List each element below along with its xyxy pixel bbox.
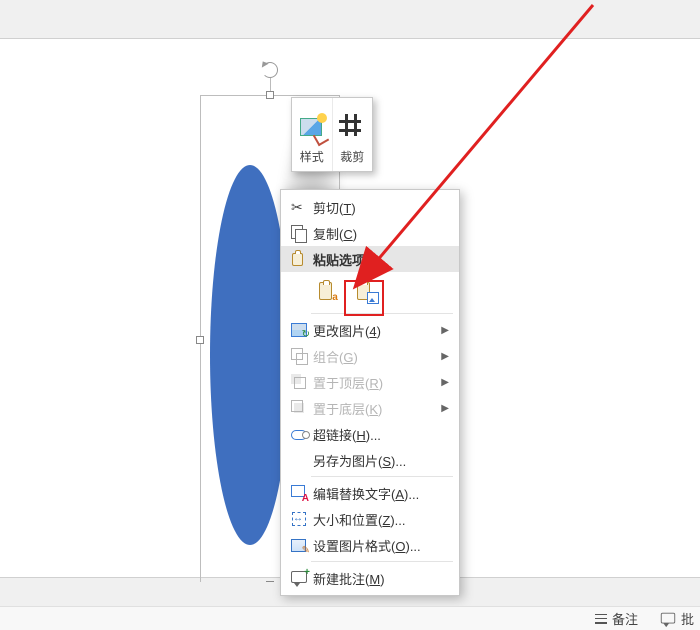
menu-item-copy[interactable]: 复制(C)	[281, 220, 459, 246]
menu-item-label: 更改图片(4)	[313, 321, 441, 340]
change-picture-icon	[291, 323, 307, 337]
copy-icon	[291, 225, 307, 241]
menu-item-size-and-position[interactable]: 大小和位置(Z)...	[281, 506, 459, 532]
menu-item-label: 超链接(H)...	[313, 425, 449, 444]
hyperlink-icon	[291, 426, 307, 442]
group-icon	[291, 348, 307, 364]
menu-item-send-to-back: 置于底层(K) ▶	[281, 395, 459, 421]
menu-item-label: 组合(G)	[313, 347, 441, 366]
menu-item-change-picture[interactable]: 更改图片(4) ▶	[281, 317, 459, 343]
new-comment-icon: +	[291, 570, 307, 586]
menu-item-group: 组合(G) ▶	[281, 343, 459, 369]
menu-item-paste-options-header: 粘贴选项:	[281, 246, 459, 272]
rotate-handle-icon[interactable]	[262, 62, 278, 78]
bring-to-front-icon	[291, 374, 307, 390]
notes-icon	[595, 614, 607, 624]
menu-item-label: 新建批注(M)	[313, 569, 449, 588]
menu-item-label: 置于底层(K)	[313, 399, 441, 418]
status-bar: 备注 批	[0, 606, 700, 630]
mini-crop-label: 裁剪	[340, 148, 364, 165]
paste-keep-format-icon: a	[319, 280, 337, 302]
menu-item-label: 剪切(T)	[313, 198, 449, 217]
menu-item-hyperlink[interactable]: 超链接(H)...	[281, 421, 459, 447]
menu-item-edit-alt-text[interactable]: 编辑替换文字(A)...	[281, 480, 459, 506]
paste-keep-source-formatting-button[interactable]: a	[313, 276, 343, 306]
mini-style-label: 样式	[300, 148, 324, 165]
format-picture-icon	[291, 537, 307, 553]
menu-item-label: 设置图片格式(O)...	[313, 536, 449, 555]
app-top-strip	[0, 0, 700, 38]
resize-handle-left[interactable]	[196, 336, 204, 344]
status-notes-label: 备注	[612, 609, 638, 628]
picture-style-icon	[299, 114, 325, 144]
menu-separator	[311, 561, 453, 562]
menu-item-bring-to-front: 置于顶层(R) ▶	[281, 369, 459, 395]
picture-mini-toolbar: 样式 裁剪	[291, 97, 373, 172]
submenu-arrow-icon: ▶	[441, 403, 449, 414]
status-comments-label: 批	[681, 609, 694, 628]
send-to-back-icon	[291, 400, 307, 416]
scissors-icon	[291, 199, 307, 215]
menu-separator	[311, 476, 453, 477]
comment-icon	[661, 611, 675, 625]
mini-crop-button[interactable]: 裁剪	[332, 98, 373, 171]
crop-icon	[339, 114, 365, 144]
submenu-arrow-icon: ▶	[441, 325, 449, 336]
resize-handle-top[interactable]	[266, 91, 274, 99]
status-comments-button[interactable]: 批	[660, 609, 694, 628]
menu-item-label: 粘贴选项:	[313, 250, 449, 269]
menu-item-label: 另存为图片(S)...	[313, 451, 449, 470]
annotation-highlight-box	[344, 280, 384, 316]
context-menu: 剪切(T) 复制(C) 粘贴选项: a 更改图片(4) ▶ 组合(G) ▶	[280, 189, 460, 596]
menu-item-save-as-picture[interactable]: 另存为图片(S)...	[281, 447, 459, 473]
size-position-icon	[291, 511, 307, 527]
menu-item-label: 编辑替换文字(A)...	[313, 484, 449, 503]
submenu-arrow-icon: ▶	[441, 377, 449, 388]
alt-text-icon	[291, 485, 307, 501]
status-notes-button[interactable]: 备注	[595, 609, 638, 628]
submenu-arrow-icon: ▶	[441, 351, 449, 362]
menu-item-label: 复制(C)	[313, 224, 449, 243]
menu-item-cut[interactable]: 剪切(T)	[281, 194, 459, 220]
mini-style-button[interactable]: 样式	[292, 98, 332, 171]
rotate-stem	[270, 78, 271, 91]
menu-item-format-picture[interactable]: 设置图片格式(O)...	[281, 532, 459, 558]
menu-item-label: 大小和位置(Z)...	[313, 510, 449, 529]
clipboard-icon	[291, 250, 307, 268]
menu-item-new-comment[interactable]: + 新建批注(M)	[281, 565, 459, 591]
menu-item-label: 置于顶层(R)	[313, 373, 441, 392]
